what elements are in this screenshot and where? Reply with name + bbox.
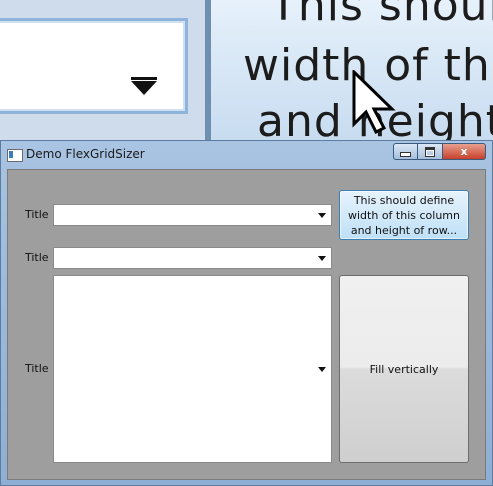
- minimize-button[interactable]: [393, 143, 418, 160]
- mouse-cursor-icon: [352, 70, 396, 134]
- row-1-combo[interactable]: [53, 204, 332, 226]
- window-title: Demo FlexGridSizer: [26, 147, 145, 161]
- row-2-label: Title: [25, 251, 49, 264]
- app-icon: [7, 149, 23, 162]
- app-window: Demo FlexGridSizer x Title This should d…: [0, 140, 493, 486]
- row-2-combo[interactable]: [53, 247, 332, 269]
- row-1-label: Title: [25, 208, 49, 221]
- maximize-icon: [425, 146, 435, 157]
- background-zoom-area: This should width of this and height: [0, 0, 493, 140]
- dropdown-arrow-icon[interactable]: [318, 213, 326, 218]
- dropdown-arrow-icon[interactable]: [318, 367, 326, 372]
- minimize-icon: [400, 152, 411, 157]
- dropdown-arrow-icon[interactable]: [318, 256, 326, 261]
- define-size-button[interactable]: This should define width of this column …: [339, 190, 469, 240]
- row-3-label: Title: [25, 362, 49, 375]
- fill-vertically-button[interactable]: Fill vertically: [339, 275, 469, 463]
- zoomed-dropdown-arrow-icon: [131, 81, 157, 95]
- close-button[interactable]: x: [443, 143, 486, 160]
- window-controls: x: [393, 143, 486, 160]
- client-area: Title This should define width of this c…: [7, 169, 486, 480]
- zoomed-dropdown-bar-icon: [131, 77, 157, 80]
- zoomed-text-line-1: This should: [270, 0, 493, 31]
- title-bar[interactable]: Demo FlexGridSizer x: [1, 141, 492, 167]
- zoomed-combo-box: [0, 18, 188, 114]
- close-icon: x: [460, 145, 468, 158]
- row-3-combo[interactable]: [53, 275, 332, 463]
- maximize-button[interactable]: [418, 143, 443, 160]
